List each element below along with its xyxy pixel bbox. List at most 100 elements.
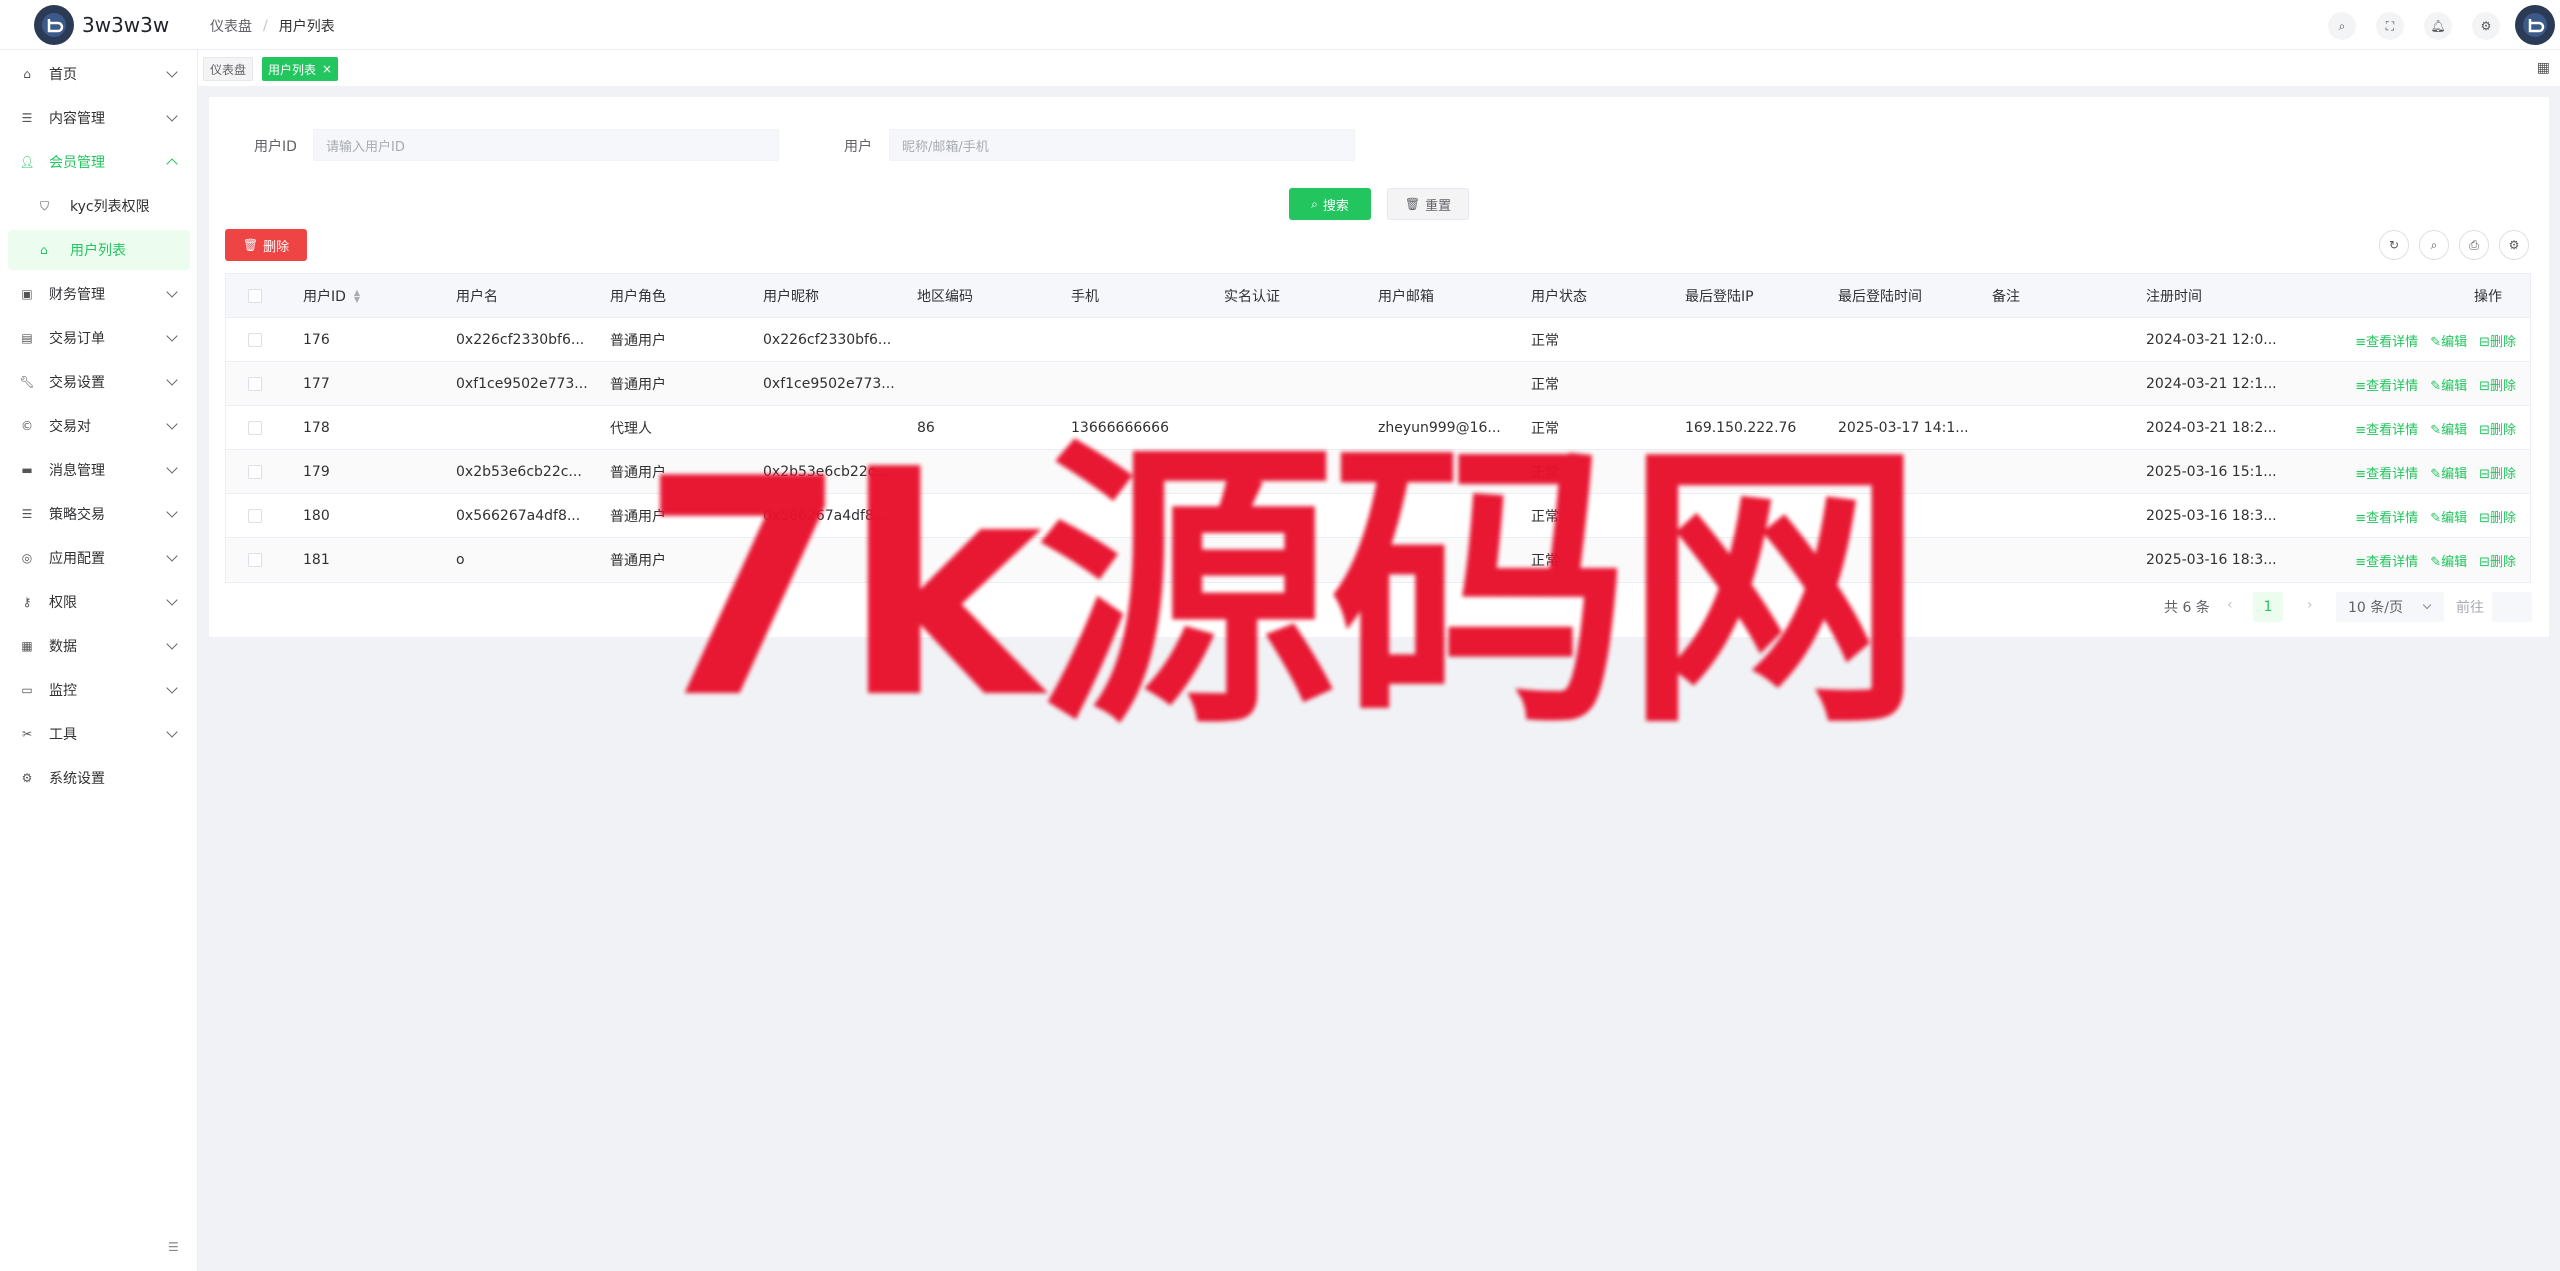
sidebar-item-system-settings[interactable]: ⚙ 系统设置 (0, 758, 198, 798)
sidebar-item-label: 用户列表 (70, 243, 126, 259)
row-checkbox[interactable] (248, 333, 262, 347)
pagination-prev-icon[interactable]: ‹ (2227, 597, 2233, 613)
column-header-user-id[interactable]: 用户ID ▲ ▼ (303, 274, 360, 318)
sidebar-item-label: 应用配置 (49, 551, 105, 567)
sidebar-item-kyc[interactable]: ⛉ kyc列表权限 (8, 186, 190, 226)
row-checkbox[interactable] (248, 421, 262, 435)
tab-dashboard[interactable]: 仪表盘 (203, 57, 254, 81)
view-details-link[interactable]: ≡查看详情 (2355, 419, 2418, 438)
wrench-icon: 🔧︎ (19, 375, 35, 389)
edit-link[interactable]: ✎编辑 (2430, 419, 2467, 438)
sort-icon[interactable]: ▲ ▼ (354, 289, 360, 304)
sidebar-item-orders[interactable]: ▤ 交易订单 (0, 318, 198, 358)
cell-role: 普通用户 (610, 333, 666, 349)
gear-icon[interactable]: ⚙ (2472, 12, 2500, 40)
delete-button[interactable]: 🗑︎ 删除 (225, 229, 307, 261)
delete-link[interactable]: ⊟删除 (2479, 419, 2516, 438)
sidebar-item-tools[interactable]: ✂ 工具 (0, 714, 198, 754)
sidebar-item-monitor[interactable]: ▭ 监控 (0, 670, 198, 710)
logo-icon (34, 5, 74, 45)
select-all-checkbox[interactable] (248, 289, 262, 303)
delete-link[interactable]: ⊟删除 (2479, 551, 2516, 570)
sidebar-item-user-list[interactable]: ⌂ 用户列表 (8, 230, 190, 270)
column-header-email: 用户邮箱 (1378, 289, 1434, 305)
view-details-link[interactable]: ≡查看详情 (2355, 331, 2418, 350)
row-checkbox[interactable] (248, 377, 262, 391)
sidebar: ⌂ 首页 ☰ 内容管理 👤︎ 会员管理 ⛉ kyc列表权限 ⌂ 用户列表 ▣ 财… (0, 50, 198, 1271)
reset-button[interactable]: 🗑︎ 重置 (1387, 188, 1469, 220)
column-settings-icon[interactable]: ⚙ (2499, 230, 2529, 260)
logo[interactable]: 3w3w3w (34, 5, 169, 45)
row-checkbox[interactable] (248, 465, 262, 479)
sidebar-item-strategy[interactable]: ☰ 策略交易 (0, 494, 198, 534)
breadcrumb-dashboard[interactable]: 仪表盘 (210, 16, 252, 36)
column-header-role: 用户角色 (610, 289, 666, 305)
cell-status: 正常 (1531, 333, 1559, 349)
edit-link[interactable]: ✎编辑 (2430, 551, 2467, 570)
view-details-link[interactable]: ≡查看详情 (2355, 375, 2418, 394)
row-actions: ≡查看详情 ✎编辑 ⊟删除 (2355, 406, 2516, 450)
sidebar-item-label: 交易设置 (49, 375, 105, 391)
view-details-link[interactable]: ≡查看详情 (2355, 507, 2418, 526)
sidebar-item-home[interactable]: ⌂ 首页 (0, 54, 198, 94)
cell-register-time: 2024-03-21 12:1... (2146, 376, 2277, 392)
search-icon[interactable]: ⌕ (2419, 230, 2449, 260)
page-size-value: 10 条/页 (2348, 600, 2403, 616)
breadcrumb-current: 用户列表 (278, 19, 335, 35)
view-details-link[interactable]: ≡查看详情 (2355, 463, 2418, 482)
search-icon[interactable]: ⌕ (2328, 12, 2356, 40)
cell-username: 0x226cf2330bf6... (456, 332, 585, 348)
sidebar-item-content[interactable]: ☰ 内容管理 (0, 98, 198, 138)
edit-link[interactable]: ✎编辑 (2430, 463, 2467, 482)
column-header-region-code: 地区编码 (917, 289, 973, 305)
edit-link[interactable]: ✎编辑 (2430, 507, 2467, 526)
sidebar-item-label: 工具 (49, 727, 77, 743)
chevron-down-icon (166, 286, 178, 298)
fullscreen-icon[interactable]: ⛶ (2376, 12, 2404, 40)
delete-link[interactable]: ⊟删除 (2479, 507, 2516, 526)
row-checkbox[interactable] (248, 553, 262, 567)
bell-icon[interactable]: 🔔︎ (2424, 12, 2452, 40)
edit-link[interactable]: ✎编辑 (2430, 375, 2467, 394)
table-header-row: 用户ID ▲ ▼ 用户名 用户角色 用户昵称 地区编码 手机 实名认证 用户邮箱 … (226, 274, 2530, 318)
user-input[interactable]: 昵称/邮箱/手机 (889, 129, 1355, 161)
sidebar-item-messages[interactable]: ▬ 消息管理 (0, 450, 198, 490)
tab-user-list[interactable]: 用户列表 × (262, 57, 339, 81)
refresh-icon[interactable]: ↻ (2379, 230, 2409, 260)
pagination-page[interactable]: 1 (2253, 592, 2283, 622)
sidebar-item-label: 监控 (49, 683, 77, 699)
app-config-icon: ◎ (21, 551, 33, 565)
cell-username: 0x566267a4df8... (456, 508, 581, 524)
pagination-next-icon[interactable]: › (2307, 597, 2313, 613)
sidebar-item-app-config[interactable]: ◎ 应用配置 (0, 538, 198, 578)
sidebar-item-trading-pairs[interactable]: © 交易对 (0, 406, 198, 446)
sidebar-item-permissions[interactable]: ⚷ 权限 (0, 582, 198, 622)
sidebar-item-trade-settings[interactable]: 🔧︎ 交易设置 (0, 362, 198, 402)
sidebar-item-members[interactable]: 👤︎ 会员管理 (0, 142, 198, 182)
pagination-jump-input[interactable] (2492, 592, 2532, 622)
collapse-sidebar-icon[interactable]: ☰ (168, 1240, 179, 1254)
delete-link[interactable]: ⊟删除 (2479, 463, 2516, 482)
delete-link[interactable]: ⊟删除 (2479, 331, 2516, 350)
row-checkbox[interactable] (248, 509, 262, 523)
page-size-select[interactable]: 10 条/页 (2336, 592, 2444, 622)
close-icon[interactable]: × (322, 62, 332, 76)
delete-link[interactable]: ⊟删除 (2479, 375, 2516, 394)
avatar[interactable] (2515, 5, 2555, 45)
cell-role: 普通用户 (610, 377, 666, 393)
grid-icon[interactable]: ▦ (2537, 60, 2550, 76)
view-details-link[interactable]: ≡查看详情 (2355, 551, 2418, 570)
search-button[interactable]: ⌕ 搜索 (1289, 188, 1371, 220)
sidebar-item-data[interactable]: ▦ 数据 (0, 626, 198, 666)
chevron-down-icon (166, 374, 178, 386)
column-header-remark: 备注 (1992, 289, 2020, 305)
edit-link[interactable]: ✎编辑 (2430, 331, 2467, 350)
chevron-down-icon (166, 550, 178, 562)
print-icon[interactable]: ⎙ (2459, 230, 2489, 260)
user-id-input[interactable]: 请输入用户ID (313, 129, 779, 161)
cell-register-time: 2025-03-16 18:3... (2146, 552, 2277, 568)
sidebar-item-finance[interactable]: ▣ 财务管理 (0, 274, 198, 314)
list-icon: ☰ (21, 507, 33, 521)
search-icon: ⌕ (1311, 196, 1318, 211)
cell-user-id: 180 (303, 508, 330, 524)
